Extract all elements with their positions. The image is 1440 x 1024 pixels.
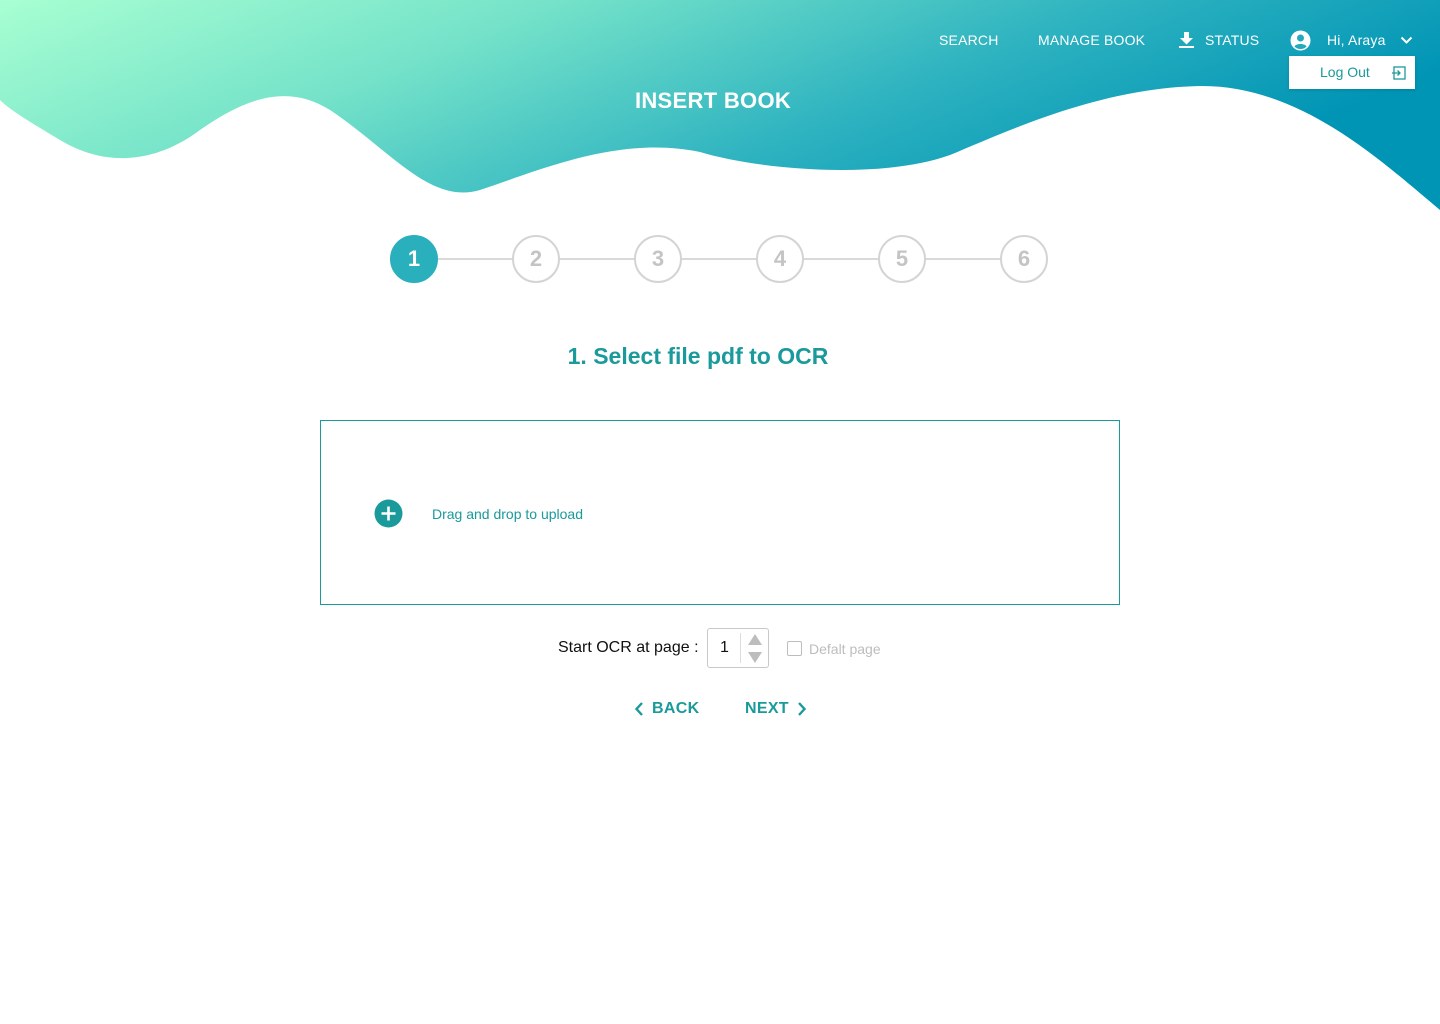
nav-manage-book-link[interactable]: MANAGE BOOK — [1038, 29, 1145, 51]
back-label: BACK — [652, 700, 700, 717]
nav-status-label: STATUS — [1205, 32, 1260, 48]
ocr-start-label: Start OCR at page : — [558, 639, 699, 656]
user-greeting: Hi, Araya — [1327, 32, 1386, 48]
ocr-start-row: Start OCR at page : 1 Defalt page — [0, 628, 1440, 668]
default-page-label: Defalt page — [809, 641, 881, 657]
chevron-left-icon — [634, 702, 643, 716]
logout-icon — [1392, 66, 1406, 80]
step-6: 6 — [1000, 235, 1048, 283]
account-circle-icon — [1290, 30, 1311, 51]
chevron-down-icon — [1400, 36, 1413, 45]
logout-button[interactable]: Log Out — [1289, 56, 1415, 89]
dropzone-text: Drag and drop to upload — [432, 506, 583, 522]
step-indicator: 1 2 3 4 5 6 — [390, 235, 1050, 283]
add-circle-icon[interactable] — [374, 499, 403, 528]
step-1: 1 — [390, 235, 438, 283]
nav-search-link[interactable]: SEARCH — [939, 29, 999, 51]
step-2: 2 — [512, 235, 560, 283]
next-button[interactable]: NEXT — [745, 698, 807, 720]
section-title: 1. Select file pdf to OCR — [567, 343, 829, 369]
stepper-divider — [740, 633, 741, 663]
page-title: INSERT BOOK — [634, 88, 792, 113]
file-dropzone[interactable]: Drag and drop to upload — [320, 420, 1120, 605]
logout-label: Log Out — [1320, 64, 1370, 80]
step-connector — [560, 258, 634, 260]
default-page-checkbox[interactable] — [787, 641, 802, 656]
step-4: 4 — [756, 235, 804, 283]
chevron-right-icon — [797, 702, 807, 716]
step-connector — [926, 258, 1000, 260]
download-icon — [1179, 32, 1194, 48]
decrement-arrow-icon[interactable] — [748, 652, 762, 663]
step-3: 3 — [634, 235, 682, 283]
wizard-navigation: BACK NEXT — [0, 698, 1440, 722]
nav-status-link[interactable]: STATUS — [1178, 29, 1259, 51]
step-connector — [438, 258, 512, 260]
user-menu-toggle[interactable]: Hi, Araya — [1290, 29, 1413, 51]
step-5: 5 — [878, 235, 926, 283]
step-connector — [804, 258, 878, 260]
start-page-value[interactable]: 1 — [720, 638, 729, 658]
increment-arrow-icon[interactable] — [748, 634, 762, 645]
step-connector — [682, 258, 756, 260]
next-label: NEXT — [745, 700, 789, 717]
top-navigation: SEARCH MANAGE BOOK STATUS Hi, Araya — [0, 29, 1440, 51]
start-page-stepper[interactable]: 1 — [707, 628, 769, 668]
insert-book-page: SEARCH MANAGE BOOK STATUS Hi, Araya Log … — [0, 0, 1440, 1024]
back-button[interactable]: BACK — [634, 698, 699, 720]
